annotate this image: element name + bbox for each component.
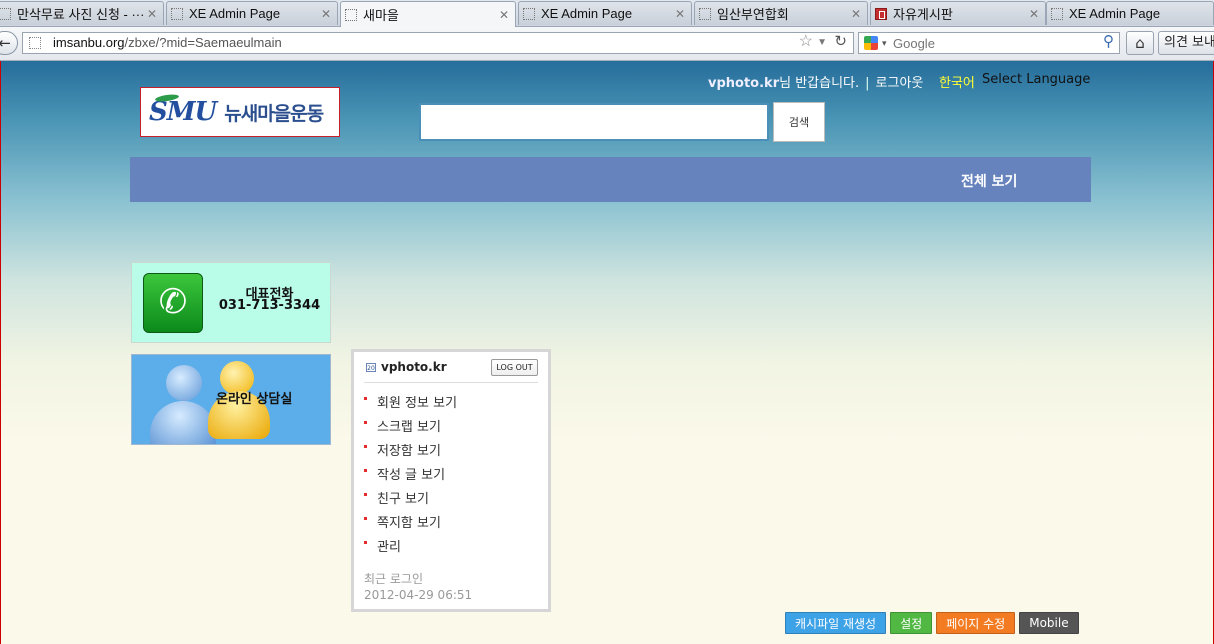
blank-page-icon: [699, 7, 711, 20]
menu-item-label: 관리: [377, 540, 401, 555]
edit-page-button[interactable]: 페이지 수정: [936, 612, 1016, 634]
close-tab-icon[interactable]: ✕: [675, 7, 685, 21]
greeting-text: 님 반갑습니다.: [779, 76, 860, 91]
settings-button[interactable]: 설정: [890, 612, 933, 634]
consult-label: 온라인 상담실: [216, 392, 293, 407]
tab-label: 자유게시판: [893, 7, 953, 22]
bullet-icon: [364, 421, 367, 424]
online-consult-banner[interactable]: 온라인 상담실: [131, 354, 331, 445]
bullet-icon: [364, 397, 367, 400]
phone-contact-banner[interactable]: ✆ 대표전화 031-713-3344: [131, 262, 331, 343]
engine-dropdown-icon[interactable]: ▾: [882, 33, 887, 53]
last-login-label: 최근 로그인: [364, 572, 424, 586]
member-menu: 회원 정보 보기 스크랩 보기 저장함 보기 작성 글 보기 친구 보기 쪽지함…: [364, 392, 457, 560]
logo-text: 뉴새마을운동: [224, 102, 324, 125]
tab-label: 새마을: [363, 8, 399, 23]
close-tab-icon[interactable]: ✕: [321, 7, 331, 21]
divider: [364, 382, 538, 383]
browser-tab[interactable]: 자유게시판 ✕: [870, 1, 1046, 25]
browser-nav-bar: ← imsanbu.org/zbxe/?mid=Saemaeulmain ☆ ▼…: [0, 27, 1214, 61]
tab-label: XE Admin Page: [541, 6, 633, 21]
tab-label: 만삭무료 사진 신청 - ···: [17, 7, 143, 22]
menu-item-label: 작성 글 보기: [377, 468, 446, 483]
blank-page-icon: [171, 7, 183, 20]
bullet-icon: [364, 445, 367, 448]
history-dropdown-icon[interactable]: ▼: [817, 33, 827, 53]
bullet-icon: [364, 493, 367, 496]
bookmark-star-icon[interactable]: ☆: [799, 32, 813, 52]
url-text[interactable]: imsanbu.org/zbxe/?mid=Saemaeulmain: [53, 33, 282, 53]
browser-search-input[interactable]: [893, 34, 1083, 52]
close-tab-icon[interactable]: ✕: [499, 8, 509, 22]
blank-page-icon: [345, 8, 357, 21]
tab-label: XE Admin Page: [1069, 6, 1161, 21]
browser-tab[interactable]: 만삭무료 사진 신청 - ··· ✕: [0, 1, 164, 25]
last-login-time: 2012-04-29 06:51: [364, 588, 473, 602]
menu-all-view[interactable]: 전체 보기: [961, 171, 1017, 191]
site-search-button[interactable]: 검색: [773, 102, 825, 142]
tab-label: XE Admin Page: [189, 6, 281, 21]
menu-item-label: 스크랩 보기: [377, 420, 441, 435]
bullet-icon: [364, 517, 367, 520]
browser-tab[interactable]: 임산부연합회 ✕: [694, 1, 868, 25]
select-language-link[interactable]: Select Language: [982, 72, 1090, 87]
search-icon[interactable]: ⚲: [1103, 32, 1114, 52]
address-bar[interactable]: imsanbu.org/zbxe/?mid=Saemaeulmain ☆ ▼ ↻: [22, 32, 854, 54]
browser-tab-active[interactable]: 새마을 ✕: [340, 1, 516, 27]
site-search-input[interactable]: [419, 103, 769, 141]
google-engine-icon[interactable]: [864, 36, 878, 50]
logo-mark: SMU: [149, 97, 217, 127]
browser-tab-bar: 만삭무료 사진 신청 - ··· ✕ XE Admin Page ✕ 새마을 ✕…: [0, 0, 1214, 27]
member-menu-item[interactable]: 친구 보기: [364, 488, 457, 512]
admin-toolbar: 캐시파일 재생성 설정 페이지 수정 Mobile: [785, 612, 1079, 634]
menu-item-label: 저장함 보기: [377, 444, 441, 459]
member-menu-item[interactable]: 작성 글 보기: [364, 464, 457, 488]
menu-item-label: 회원 정보 보기: [377, 396, 458, 411]
user-greeting: vphoto.kr님 반갑습니다. | 로그아웃: [708, 72, 923, 91]
bullet-icon: [364, 469, 367, 472]
bullet-icon: [364, 541, 367, 544]
mobile-button[interactable]: Mobile: [1019, 612, 1079, 634]
logout-link[interactable]: 로그아웃: [876, 76, 924, 91]
feedback-button[interactable]: 의견 보내기: [1158, 31, 1214, 55]
member-menu-item[interactable]: 쪽지함 보기: [364, 512, 457, 536]
member-menu-item[interactable]: 스크랩 보기: [364, 416, 457, 440]
url-host: imsanbu.org: [53, 35, 125, 50]
browser-tab[interactable]: XE Admin Page: [1046, 1, 1214, 25]
reload-icon[interactable]: ↻: [834, 32, 847, 52]
greeting-user-id[interactable]: vphoto.kr: [708, 76, 779, 91]
phone-icon: ✆: [143, 273, 203, 333]
member-menu-item[interactable]: 관리: [364, 536, 457, 560]
browser-tab[interactable]: XE Admin Page ✕: [166, 1, 338, 25]
board-icon: [875, 7, 887, 20]
browser-tab[interactable]: XE Admin Page ✕: [518, 1, 692, 25]
menu-item-label: 쪽지함 보기: [377, 516, 441, 531]
browser-search-box[interactable]: ▾ ⚲: [858, 32, 1120, 54]
member-menu-item[interactable]: 저장함 보기: [364, 440, 457, 464]
logout-button[interactable]: LOG OUT: [491, 359, 538, 376]
link-separator: |: [865, 76, 870, 91]
regenerate-cache-button[interactable]: 캐시파일 재생성: [785, 612, 887, 634]
blank-page-icon: [1051, 7, 1063, 20]
close-tab-icon[interactable]: ✕: [147, 7, 157, 21]
phone-number: 031-713-3344: [218, 298, 321, 313]
home-icon[interactable]: ⌂: [1126, 31, 1154, 55]
main-menu-bar: 전체 보기: [130, 157, 1091, 202]
close-tab-icon[interactable]: ✕: [1029, 7, 1039, 21]
close-tab-icon[interactable]: ✕: [851, 7, 861, 21]
back-arrow-icon[interactable]: ←: [0, 31, 18, 55]
site-identity-icon[interactable]: [29, 37, 41, 49]
site-logo[interactable]: SMU 뉴새마을운동: [140, 87, 340, 137]
url-path: /zbxe/?mid=Saemaeulmain: [124, 35, 282, 50]
user-level-icon: 20: [366, 363, 376, 372]
member-menu-item[interactable]: 회원 정보 보기: [364, 392, 457, 416]
menu-item-label: 친구 보기: [377, 492, 429, 507]
tab-label: 임산부연합회: [717, 7, 789, 22]
current-language[interactable]: 한국어: [939, 72, 975, 91]
login-info-widget: 20 vphoto.kr LOG OUT 회원 정보 보기 스크랩 보기 저장함…: [351, 349, 551, 612]
blank-page-icon: [0, 7, 11, 20]
widget-user-id[interactable]: vphoto.kr: [381, 360, 447, 374]
page-body: vphoto.kr님 반갑습니다. | 로그아웃 한국어 Select Langua…: [0, 61, 1214, 644]
blank-page-icon: [523, 7, 535, 20]
